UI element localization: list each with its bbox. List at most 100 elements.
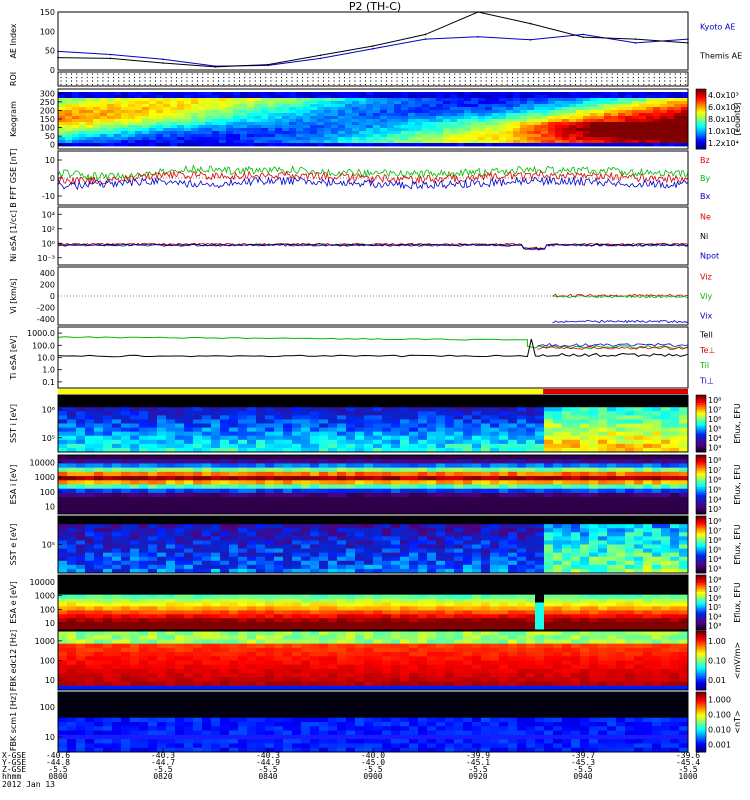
esa-ion-cell bbox=[103, 505, 113, 511]
esa-ion-cell bbox=[562, 463, 572, 469]
keogram-cell bbox=[681, 107, 689, 111]
keogram-cell bbox=[464, 131, 472, 135]
sst-elec-cell bbox=[409, 536, 419, 541]
esa-ion-cell bbox=[490, 488, 500, 494]
keogram-cell bbox=[401, 134, 409, 138]
keogram-cell bbox=[289, 122, 297, 126]
sst-ion-cell bbox=[436, 399, 446, 404]
esa-ion-cell bbox=[499, 455, 509, 460]
esa-ion-cell bbox=[346, 459, 356, 464]
keogram-cell bbox=[198, 98, 206, 102]
sst-elec-cell bbox=[364, 548, 374, 554]
sst-ion-cell bbox=[427, 407, 437, 412]
esa-ion-cell bbox=[436, 497, 446, 502]
keogram-cell bbox=[443, 107, 451, 111]
sst-ion-cell bbox=[247, 443, 257, 449]
roi-dot bbox=[538, 83, 540, 86]
roi-dot bbox=[364, 80, 367, 82]
sst-elec-cell bbox=[184, 564, 194, 570]
keogram-cell bbox=[646, 122, 654, 126]
keogram-cell bbox=[464, 107, 472, 111]
sst-ion-cell bbox=[328, 395, 338, 400]
keogram-cell bbox=[191, 92, 199, 96]
esa-ion-cell bbox=[454, 471, 464, 477]
keogram-cell bbox=[247, 110, 255, 114]
sst-elec-cell bbox=[130, 520, 140, 525]
keogram-cell bbox=[520, 113, 528, 117]
keogram-ytick: 50 bbox=[45, 132, 55, 141]
sst-elec-cell bbox=[454, 524, 464, 529]
roi-dot bbox=[76, 80, 78, 82]
sst-ion-cell bbox=[472, 443, 482, 449]
esa-ion-cell bbox=[238, 492, 248, 498]
keogram-cell bbox=[534, 131, 542, 135]
esa-ion-cell bbox=[607, 501, 617, 506]
roi-dot bbox=[133, 76, 136, 79]
sst-ion-cell bbox=[112, 431, 122, 437]
keogram-cell bbox=[520, 95, 528, 99]
sst-elec-cell bbox=[112, 564, 122, 570]
sst-ion-cell bbox=[553, 443, 563, 449]
roi-dot bbox=[102, 83, 104, 86]
sst-elec-cell bbox=[301, 516, 311, 521]
esa-ion-cell bbox=[463, 488, 473, 494]
keogram-cell bbox=[156, 95, 164, 99]
sst-ion-cell bbox=[283, 407, 293, 412]
esa-ion-cell bbox=[598, 501, 608, 506]
sst-elec-cell bbox=[328, 520, 338, 525]
density-legend-npot: Npot bbox=[700, 251, 719, 260]
roi-dot bbox=[97, 76, 99, 79]
esa-ion-cell bbox=[67, 484, 77, 490]
keogram-cell bbox=[240, 107, 248, 111]
keogram-cell bbox=[352, 119, 360, 123]
esa-ion-cell bbox=[436, 505, 446, 511]
keogram-cell bbox=[660, 140, 668, 144]
esa-ion-cell bbox=[166, 501, 176, 506]
keogram-cell bbox=[205, 131, 213, 135]
roi-dot bbox=[622, 73, 624, 75]
esa-ion-cell bbox=[265, 492, 275, 498]
esa-ion-cell bbox=[85, 480, 95, 485]
esa-ion-cell bbox=[535, 497, 545, 502]
sst-elec-cell bbox=[130, 524, 140, 529]
esa-ion-cell bbox=[535, 476, 545, 481]
keogram-cell bbox=[513, 101, 521, 105]
esa-ion-cell bbox=[364, 501, 374, 506]
keogram-cell bbox=[569, 98, 577, 102]
esa-ion-cell bbox=[616, 505, 626, 511]
sst-elec-cell bbox=[166, 528, 176, 533]
esa-ion-cell bbox=[292, 505, 302, 511]
keogram-cell bbox=[415, 95, 423, 99]
keogram-cell bbox=[310, 116, 318, 120]
keogram-cell bbox=[149, 119, 157, 123]
keogram-cell bbox=[590, 140, 598, 144]
esa-ion-cell bbox=[103, 459, 113, 464]
sst-ion-cell bbox=[490, 439, 500, 445]
keogram-cell bbox=[387, 101, 395, 105]
sst-ion-cell bbox=[364, 411, 374, 416]
keogram-cell bbox=[219, 98, 227, 102]
keogram-cell bbox=[177, 122, 185, 126]
sst-elec-cell bbox=[382, 560, 392, 566]
roi-dot bbox=[144, 83, 146, 86]
sst-ion-cell bbox=[463, 439, 473, 445]
roi-dot bbox=[637, 73, 640, 75]
roi-dot bbox=[76, 83, 78, 86]
sst-ion-cell bbox=[643, 407, 653, 412]
ae-point bbox=[109, 53, 112, 56]
keogram-cell bbox=[114, 125, 122, 129]
keogram-cell bbox=[170, 92, 178, 96]
sst-ion-cell bbox=[193, 403, 203, 408]
esa-ion-cell bbox=[301, 471, 311, 477]
sst-ion-cell bbox=[58, 443, 68, 449]
roi-dot bbox=[658, 73, 661, 75]
esa-ion-cell bbox=[112, 488, 122, 494]
sst-elec-cell bbox=[427, 552, 437, 558]
keogram-cell bbox=[226, 101, 234, 105]
keogram-cell bbox=[345, 125, 353, 129]
sst-ion-cell bbox=[445, 435, 455, 441]
keogram-cell bbox=[408, 125, 416, 129]
roi-dot bbox=[522, 73, 524, 75]
esa-ion-cell bbox=[373, 488, 383, 494]
esa-ion-ytick: 10000 bbox=[30, 458, 55, 467]
